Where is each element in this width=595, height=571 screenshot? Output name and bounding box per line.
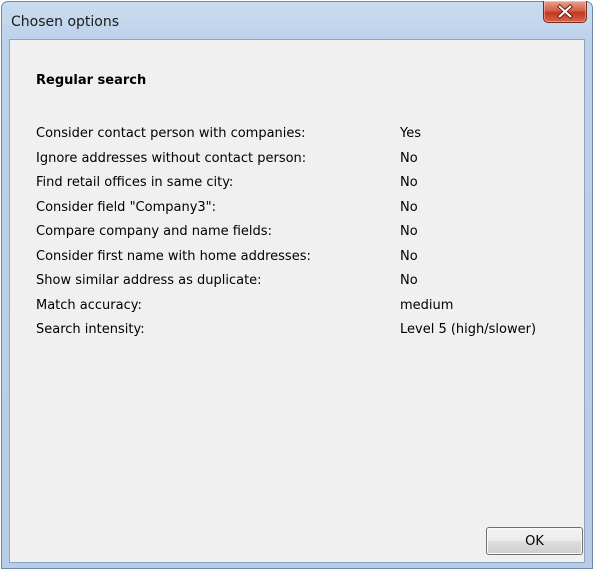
- title-bar[interactable]: Chosen options: [2, 1, 592, 38]
- close-icon: [557, 4, 573, 19]
- ok-button[interactable]: OK: [486, 527, 583, 555]
- option-label: Consider contact person with companies:: [36, 126, 306, 141]
- option-value: No: [400, 224, 418, 239]
- option-value: Level 5 (high/slower): [400, 322, 537, 337]
- option-row: Show similar address as duplicate: No: [36, 273, 576, 298]
- option-label: Consider first name with home addresses:: [36, 248, 311, 264]
- option-row: Compare company and name fields: No: [36, 224, 576, 249]
- options-list: Consider contact person with companies: …: [36, 126, 576, 347]
- option-value: No: [400, 199, 418, 215]
- option-value: No: [400, 175, 418, 190]
- window-title: Chosen options: [11, 14, 120, 30]
- option-label: Find retail offices in same city:: [36, 175, 234, 190]
- option-row: Consider contact person with companies: …: [36, 126, 576, 151]
- option-label: Match accuracy:: [36, 297, 142, 313]
- option-row: Search intensity: Level 5 (high/slower): [36, 322, 576, 347]
- window-frame: Chosen options Regular search Consider c…: [1, 1, 593, 569]
- dialog-window: Chosen options Regular search Consider c…: [0, 0, 595, 571]
- option-value: No: [400, 273, 418, 288]
- option-label: Show similar address as duplicate:: [36, 273, 262, 288]
- section-heading: Regular search: [36, 73, 147, 88]
- option-row: Find retail offices in same city: No: [36, 175, 576, 200]
- option-value: Yes: [400, 126, 421, 141]
- option-row: Match accuracy: medium: [36, 298, 576, 323]
- option-label: Compare company and name fields:: [36, 224, 272, 239]
- close-button[interactable]: [543, 1, 587, 23]
- option-label: Ignore addresses without contact person:: [36, 150, 307, 166]
- option-value: No: [400, 150, 418, 166]
- option-row: Consider field "Company3": No: [36, 200, 576, 225]
- option-row: Ignore addresses without contact person:…: [36, 151, 576, 176]
- option-label: Consider field "Company3":: [36, 199, 217, 215]
- option-label: Search intensity:: [36, 322, 145, 337]
- dialog-content: Regular search Consider contact person w…: [9, 39, 585, 563]
- option-value: medium: [400, 297, 454, 313]
- option-row: Consider first name with home addresses:…: [36, 249, 576, 274]
- option-value: No: [400, 248, 418, 264]
